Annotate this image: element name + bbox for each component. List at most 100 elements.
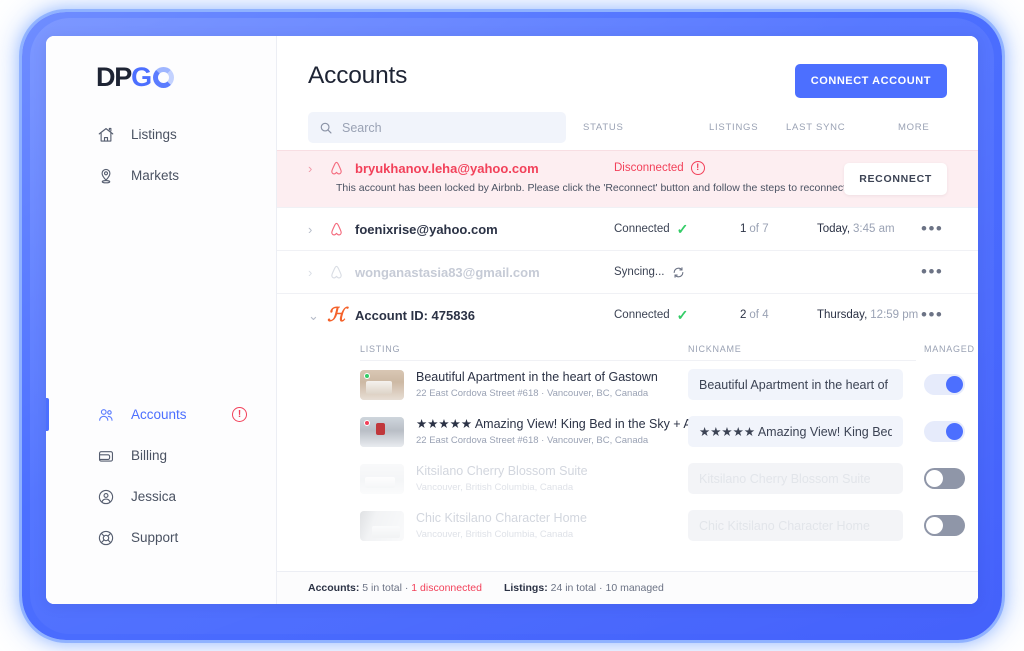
search-box[interactable] (308, 112, 566, 143)
listings-summary-label: Listings: (503, 582, 548, 594)
listings-managed: 2 (740, 309, 747, 321)
account-id-label: Account ID: 475836 (355, 307, 475, 323)
listing-thumbnail (360, 463, 404, 494)
page-title: Accounts (308, 62, 408, 89)
app-window: DPG Listings Markets Accounts ! Billing … (46, 36, 978, 604)
column-header-status: STATUS (583, 121, 624, 133)
account-listings-count: 2 of 4 (740, 309, 769, 321)
status-bar: Accounts: 5 in total · 1 disconnected Li… (277, 571, 978, 604)
managed-toggle[interactable] (924, 421, 965, 442)
sidebar-item-support[interactable]: Support (46, 517, 276, 558)
listing-row: Beautiful Apartment in the heart of Gast… (360, 361, 965, 408)
listing-title: Chic Kitsilano Character Home (416, 511, 587, 526)
listings-column-headers: LISTING NICKNAME MANAGED (360, 336, 974, 361)
row-more-button[interactable]: ••• (921, 220, 943, 237)
nickname-input[interactable] (688, 463, 903, 494)
accounts-summary-value: 5 in total · (362, 582, 412, 594)
column-header-listings: LISTINGS (709, 121, 759, 133)
sidebar-nav-top: Listings Markets (46, 114, 276, 196)
expand-chevron-icon[interactable]: › (308, 162, 321, 175)
listings-summary-value: 24 in total · 10 managed (550, 582, 664, 594)
user-circle-icon (96, 487, 116, 507)
status-label: Connected (614, 309, 670, 321)
table-toolbar: STATUS LISTINGS LAST SYNC MORE (277, 112, 978, 143)
listings-managed: 1 (740, 223, 747, 235)
account-status: Connected ✓ (614, 222, 688, 236)
listing-thumbnail (360, 416, 404, 447)
nickname-input[interactable] (688, 510, 903, 541)
listing-row-disabled: Kitsilano Cherry Blossom Suite Vancouver… (360, 455, 965, 502)
column-header-last-sync: LAST SYNC (786, 121, 846, 133)
home-icon (96, 125, 116, 145)
listing-address: 22 East Cordova Street #618 · Vancouver,… (416, 434, 649, 446)
listing-address: Vancouver, British Columbia, Canada (416, 481, 574, 493)
sidebar-item-label: Support (131, 530, 179, 545)
account-last-sync: Today, 3:45 am (817, 223, 895, 235)
reconnect-button[interactable]: RECONNECT (844, 163, 947, 195)
airbnb-icon (327, 263, 346, 282)
nickname-input[interactable] (688, 416, 903, 447)
search-input[interactable] (342, 120, 555, 135)
page-header: Accounts CONNECT ACCOUNT (277, 36, 978, 98)
last-sync-time: 3:45 am (853, 223, 895, 235)
account-email: foenixrise@yahoo.com (355, 221, 498, 237)
nickname-input[interactable] (688, 369, 903, 400)
accounts-summary-label: Accounts: (308, 582, 360, 594)
warning-icon: ! (690, 161, 705, 175)
account-email: bryukhanov.leha@yahoo.com (355, 160, 539, 176)
expand-chevron-icon[interactable]: › (308, 223, 321, 236)
listing-address: Vancouver, British Columbia, Canada (416, 528, 574, 540)
sidebar-item-markets[interactable]: Markets (46, 155, 276, 196)
listing-thumbnail (360, 510, 404, 541)
listing-status-dot (364, 419, 370, 426)
row-more-button[interactable]: ••• (921, 263, 943, 280)
listings-total: of 7 (749, 223, 769, 235)
sync-icon (673, 266, 683, 278)
collapse-chevron-icon[interactable]: ⌄ (308, 309, 321, 322)
account-row-syncing: › wonganastasia83@gmail.com Syncing... •… (277, 250, 978, 293)
connect-account-button[interactable]: CONNECT ACCOUNT (794, 64, 947, 98)
listing-status-dot (364, 372, 370, 379)
listing-address: 22 East Cordova Street #618 · Vancouver,… (416, 387, 649, 399)
listing-thumbnail (360, 369, 404, 400)
account-listings-count: 1 of 7 (740, 223, 769, 235)
managed-toggle[interactable] (924, 468, 965, 489)
listing-row-disabled: Chic Kitsilano Character Home Vancouver,… (360, 502, 965, 549)
sidebar-item-profile[interactable]: Jessica (46, 476, 276, 517)
row-more-button[interactable]: ••• (921, 306, 943, 323)
account-row-expanded: ⌄ ℋ Account ID: 475836 Connected ✓ 2 of … (277, 293, 978, 549)
sidebar-item-label: Accounts (131, 407, 187, 422)
expand-chevron-icon[interactable]: › (308, 266, 321, 279)
map-pin-icon (96, 166, 116, 186)
account-email: wonganastasia83@gmail.com (355, 264, 540, 280)
accounts-table: › bryukhanov.leha@yahoo.com Disconnected… (277, 150, 978, 571)
managed-column-header: MANAGED (924, 344, 975, 354)
app-logo: DPG (96, 64, 174, 91)
sidebar-item-accounts[interactable]: Accounts ! (46, 394, 276, 435)
managed-toggle[interactable] (924, 515, 965, 536)
lifebuoy-icon (96, 528, 116, 548)
account-status: Connected ✓ (614, 308, 688, 322)
listing-row: ★★★★★ Amazing View! King Bed in the Sky … (360, 408, 965, 455)
accounts-alert-icon[interactable]: ! (232, 407, 247, 422)
account-row: › foenixrise@yahoo.com Connected ✓ 1 of … (277, 207, 978, 250)
sidebar-item-label: Listings (131, 127, 177, 142)
sidebar-item-label: Jessica (131, 489, 177, 504)
main-content: Accounts CONNECT ACCOUNT STATUS LISTINGS… (277, 36, 978, 604)
logo-text-g: G (131, 62, 152, 92)
last-sync-day: Thursday, (817, 309, 868, 321)
account-row-disconnected: › bryukhanov.leha@yahoo.com Disconnected… (277, 150, 978, 207)
managed-toggle[interactable] (924, 374, 965, 395)
last-sync-time: 12:59 pm (870, 309, 919, 321)
sidebar-item-listings[interactable]: Listings (46, 114, 276, 155)
sidebar-nav-bottom: Accounts ! Billing Jessica Support (46, 394, 276, 558)
logo-text-dp: DP (96, 62, 132, 92)
airbnb-icon (327, 220, 346, 239)
account-status: Syncing... (614, 266, 685, 279)
listings-panel: LISTING NICKNAME MANAGED Beautiful Apart… (308, 336, 974, 549)
airbnb-icon (327, 159, 346, 178)
sidebar-item-billing[interactable]: Billing (46, 435, 276, 476)
accounts-summary: Accounts: 5 in total · 1 disconnected (308, 582, 482, 594)
accounts-disconnected-count: 1 disconnected (411, 582, 482, 594)
status-label: Syncing... (614, 266, 665, 278)
